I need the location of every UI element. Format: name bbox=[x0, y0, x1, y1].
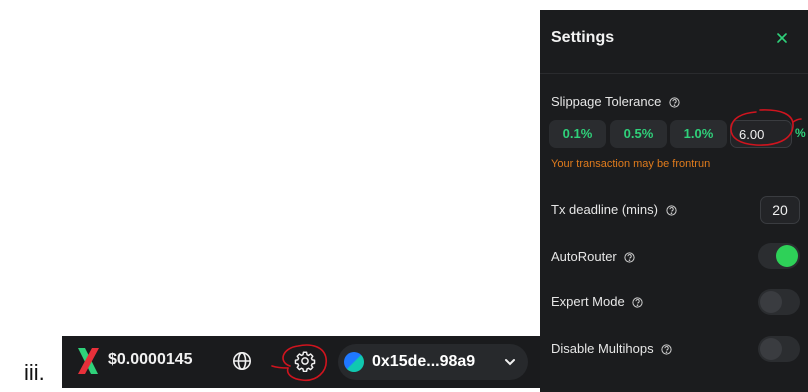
slippage-warning: Your transaction may be frontrun bbox=[551, 158, 711, 170]
slippage-unit: % bbox=[795, 126, 806, 140]
autorouter-label-row: AutoRouter bbox=[551, 249, 635, 264]
help-circle-icon[interactable] bbox=[669, 97, 680, 108]
autorouter-label: AutoRouter bbox=[551, 249, 617, 264]
settings-panel: Settings Slippage Tolerance 0.1% 0.5% 1.… bbox=[540, 10, 808, 392]
globe-icon[interactable] bbox=[232, 351, 252, 371]
chevron-down-icon bbox=[505, 359, 515, 366]
wallet-avatar-icon bbox=[344, 352, 364, 372]
autorouter-toggle[interactable] bbox=[758, 243, 800, 269]
token-price: $0.0000145 bbox=[108, 351, 193, 368]
help-circle-icon[interactable] bbox=[624, 252, 635, 263]
slippage-option-1-0[interactable]: 1.0% bbox=[670, 120, 727, 148]
slippage-input[interactable] bbox=[730, 120, 792, 148]
expert-mode-toggle[interactable] bbox=[758, 289, 800, 315]
x-logo-icon bbox=[78, 348, 99, 374]
deadline-input[interactable] bbox=[760, 196, 800, 224]
settings-title: Settings bbox=[551, 29, 615, 46]
settings-divider bbox=[540, 73, 808, 74]
disable-multihops-label: Disable Multihops bbox=[551, 341, 654, 356]
wallet-address: 0x15de...98a9 bbox=[372, 353, 476, 370]
deadline-label: Tx deadline (mins) bbox=[551, 202, 658, 217]
slippage-label: Slippage Tolerance bbox=[551, 94, 662, 109]
slippage-option-0-1[interactable]: 0.1% bbox=[549, 120, 606, 148]
disable-multihops-toggle[interactable] bbox=[758, 336, 800, 362]
slippage-label-row: Slippage Tolerance bbox=[551, 94, 680, 109]
top-bar: $0.0000145 0x15de...98a9 bbox=[62, 336, 540, 388]
expert-mode-label: Expert Mode bbox=[551, 294, 625, 309]
slippage-option-0-5[interactable]: 0.5% bbox=[610, 120, 667, 148]
toggle-knob bbox=[760, 291, 782, 313]
expert-label-row: Expert Mode bbox=[551, 294, 643, 309]
help-circle-icon[interactable] bbox=[632, 297, 643, 308]
deadline-label-row: Tx deadline (mins) bbox=[551, 202, 677, 217]
figure-caption: iii. bbox=[24, 360, 45, 385]
wallet-button[interactable]: 0x15de...98a9 bbox=[338, 344, 528, 380]
toggle-knob bbox=[760, 338, 782, 360]
multihops-label-row: Disable Multihops bbox=[551, 341, 672, 356]
close-icon[interactable] bbox=[776, 32, 788, 44]
help-circle-icon[interactable] bbox=[665, 205, 677, 216]
toggle-knob bbox=[776, 245, 798, 267]
help-circle-icon[interactable] bbox=[661, 344, 672, 355]
gear-icon[interactable] bbox=[294, 350, 316, 372]
